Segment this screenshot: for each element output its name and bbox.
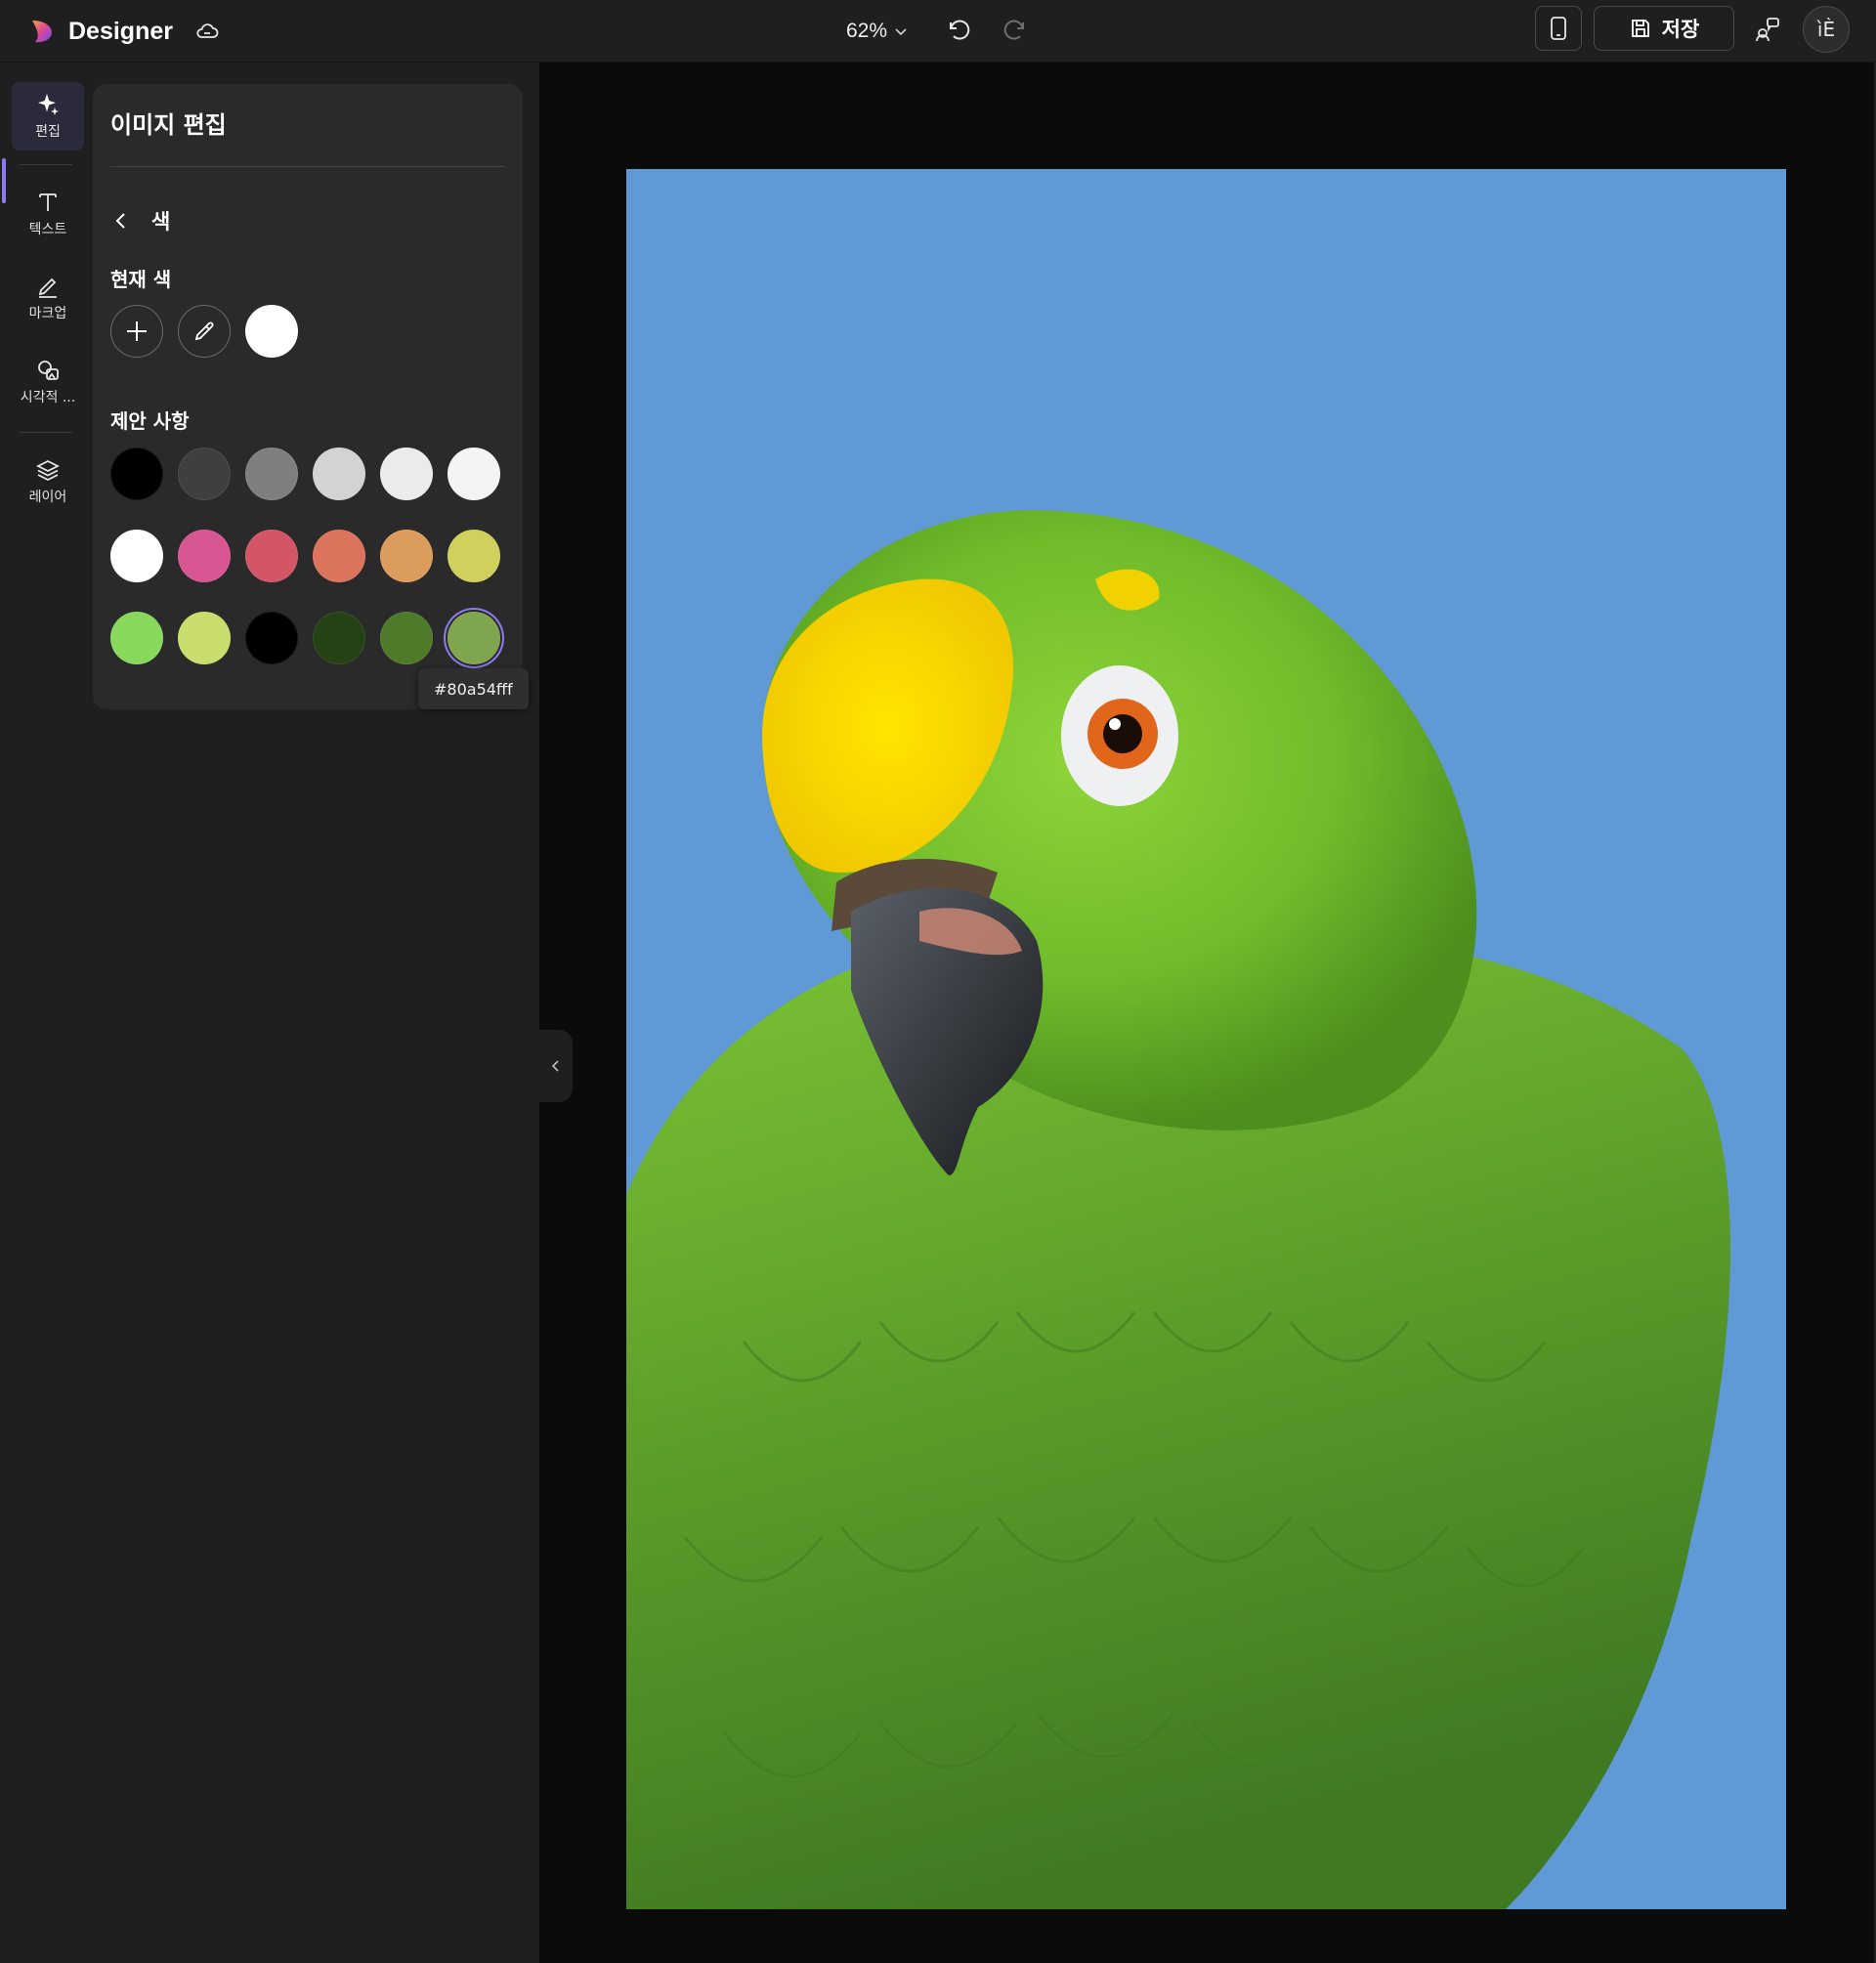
- cloud-icon[interactable]: [193, 18, 221, 45]
- rail-item-visuals[interactable]: 시각적 ...: [12, 348, 84, 416]
- color-swatch[interactable]: [380, 612, 433, 664]
- color-swatch[interactable]: [448, 448, 500, 500]
- rail-item-layers[interactable]: 레이어: [12, 448, 84, 516]
- avatar[interactable]: ìÈ: [1803, 6, 1850, 53]
- color-tooltip: #80a54fff: [418, 668, 529, 709]
- device-preview-button[interactable]: [1535, 6, 1582, 51]
- save-label: 저장: [1661, 18, 1700, 41]
- rail-item-edit[interactable]: 편집: [12, 82, 84, 150]
- zoom-level: 62%: [846, 20, 888, 42]
- top-bar: Designer 62% 저장 ìÈ: [0, 0, 1876, 63]
- suggestions-label: 제안 사항: [110, 409, 190, 433]
- designer-app: Designer 62% 저장 ìÈ 편집 텍스트 마크업 시각적 ... 레이…: [0, 0, 1876, 1963]
- back-label: 색: [151, 210, 171, 234]
- color-swatch[interactable]: [245, 530, 298, 582]
- designer-logo-icon: [32, 21, 52, 43]
- save-button[interactable]: 저장: [1594, 6, 1734, 51]
- current-color-swatch[interactable]: [245, 305, 298, 358]
- color-swatch[interactable]: [178, 530, 231, 582]
- chevron-left-icon: [115, 213, 125, 229]
- color-swatch[interactable]: [380, 530, 433, 582]
- color-swatch[interactable]: [448, 530, 500, 582]
- eyedropper-icon: [194, 321, 214, 341]
- rail-label: 마크업: [28, 306, 67, 321]
- back-button[interactable]: 색: [110, 201, 170, 240]
- color-swatch[interactable]: [245, 448, 298, 500]
- sparkle-icon: [38, 94, 59, 115]
- rail-label: 시각적 ...: [20, 390, 76, 405]
- brand[interactable]: Designer: [27, 12, 173, 51]
- rail-label: 편집: [35, 124, 61, 140]
- rail-label: 텍스트: [28, 222, 67, 237]
- phone-icon: [1551, 17, 1566, 40]
- color-swatch[interactable]: [110, 448, 163, 500]
- parrot-image: [626, 510, 1730, 1909]
- redo-icon[interactable]: [1001, 14, 1032, 45]
- color-swatch[interactable]: [178, 448, 231, 500]
- current-color-label: 현재 색: [110, 268, 172, 291]
- chevron-left-icon: [551, 1060, 559, 1072]
- text-icon: [39, 193, 57, 211]
- image-edit-panel: 이미지 편집 색 현재 색 제안 사항: [93, 84, 523, 709]
- collapse-panel-button[interactable]: [539, 1030, 573, 1102]
- left-rail: 편집 텍스트 마크업 시각적 ... 레이어: [0, 63, 94, 1963]
- artboard-image[interactable]: [626, 169, 1786, 1909]
- panel-title: 이미지 편집: [110, 111, 227, 139]
- color-swatch[interactable]: [313, 530, 365, 582]
- chevron-down-icon: [895, 28, 907, 36]
- color-swatch[interactable]: [380, 448, 433, 500]
- rail-label: 레이어: [28, 490, 67, 505]
- rail-divider: [20, 164, 72, 165]
- rail-divider: [20, 432, 72, 433]
- layers-icon: [35, 459, 61, 482]
- app-name: Designer: [68, 17, 173, 45]
- color-swatch[interactable]: [313, 612, 365, 664]
- color-swatch[interactable]: [110, 612, 163, 664]
- color-swatch[interactable]: [245, 612, 298, 664]
- rail-item-text[interactable]: 텍스트: [12, 180, 84, 248]
- color-swatch[interactable]: [448, 612, 500, 664]
- zoom-dropdown[interactable]: 62%: [846, 12, 909, 51]
- add-color-button[interactable]: [110, 305, 163, 358]
- undo-icon[interactable]: [942, 14, 973, 45]
- active-indicator: [2, 158, 6, 203]
- panel-divider: [110, 166, 505, 167]
- rail-item-markup[interactable]: 마크업: [12, 264, 84, 332]
- save-icon: [1631, 20, 1649, 37]
- color-swatch[interactable]: [313, 448, 365, 500]
- color-swatch[interactable]: [178, 612, 231, 664]
- plus-icon: [127, 321, 147, 341]
- shapes-icon: [38, 361, 59, 380]
- eyedropper-button[interactable]: [178, 305, 231, 358]
- share-icon[interactable]: [1752, 14, 1783, 45]
- color-swatch[interactable]: [110, 530, 163, 582]
- pen-icon: [38, 277, 57, 298]
